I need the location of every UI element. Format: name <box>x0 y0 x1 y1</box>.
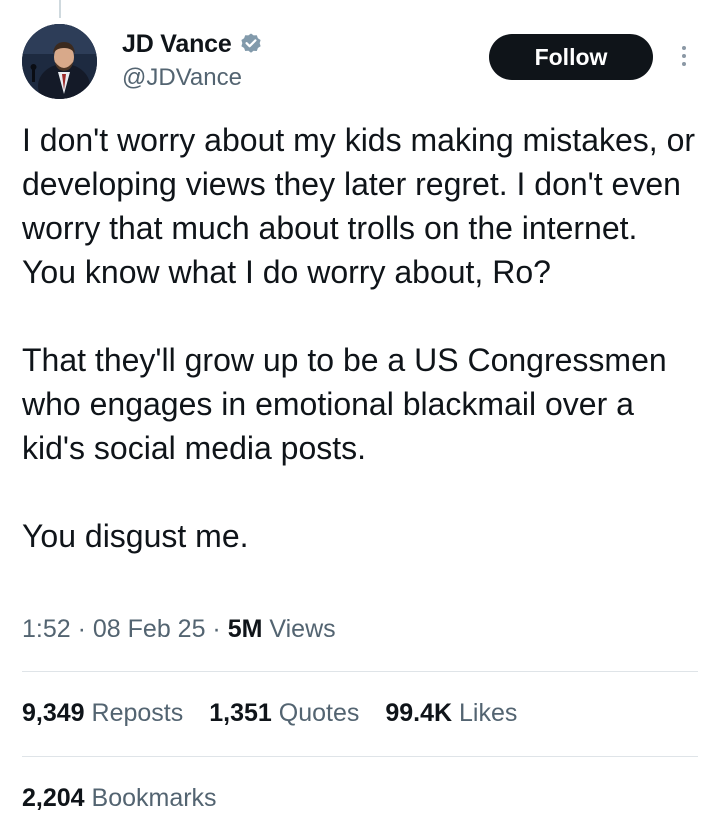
avatar[interactable] <box>22 24 97 99</box>
reposts-count: 9,349 <box>22 699 85 727</box>
reposts-stat[interactable]: 9,349 Reposts <box>22 699 183 728</box>
quotes-count: 1,351 <box>209 699 272 727</box>
author-names: JD Vance @JDVance <box>122 28 263 92</box>
views-label: Views <box>269 615 336 643</box>
author-handle[interactable]: @JDVance <box>122 64 263 92</box>
more-dot <box>682 46 686 50</box>
likes-count: 99.4K <box>385 699 453 727</box>
tweet-date[interactable]: 08 Feb 25 <box>93 615 206 643</box>
more-vertical-icon[interactable] <box>672 38 696 74</box>
tweet-paragraph: That they'll grow up to be a US Congress… <box>22 342 667 466</box>
divider <box>22 756 698 757</box>
verified-badge-icon <box>239 32 263 56</box>
divider <box>22 671 698 672</box>
follow-button[interactable]: Follow <box>489 34 653 80</box>
tweet-text: I don't worry about my kids making mista… <box>22 118 698 558</box>
quotes-label: Quotes <box>278 699 360 727</box>
meta-separator: · <box>205 615 228 643</box>
likes-label: Likes <box>459 699 518 727</box>
tweet-paragraph: You disgust me. <box>22 518 249 554</box>
more-dot <box>682 54 686 58</box>
profile-photo-icon <box>22 24 97 99</box>
bookmarks-label: Bookmarks <box>91 784 217 812</box>
display-name[interactable]: JD Vance <box>122 30 232 59</box>
tweet-meta: 1:52 · 08 Feb 25 · 5M Views <box>22 615 336 644</box>
meta-separator: · <box>70 615 93 643</box>
tweet-paragraph: I don't worry about my kids making mista… <box>22 122 696 290</box>
tweet-header: JD Vance @JDVance Follow <box>22 24 698 104</box>
reposts-label: Reposts <box>91 699 184 727</box>
engagement-stats: 9,349 Reposts 1,351 Quotes 99.4K Likes <box>22 699 517 728</box>
likes-stat[interactable]: 99.4K Likes <box>385 699 517 728</box>
quotes-stat[interactable]: 1,351 Quotes <box>209 699 359 728</box>
display-name-row: JD Vance <box>122 28 263 60</box>
views-count: 5M <box>227 615 263 643</box>
bookmarks-count: 2,204 <box>22 784 85 812</box>
bookmarks-stat[interactable]: 2,204 Bookmarks <box>22 784 217 813</box>
tweet-time[interactable]: 1:52 <box>22 615 71 643</box>
more-dot <box>682 62 686 66</box>
thread-connector-line <box>59 0 61 18</box>
